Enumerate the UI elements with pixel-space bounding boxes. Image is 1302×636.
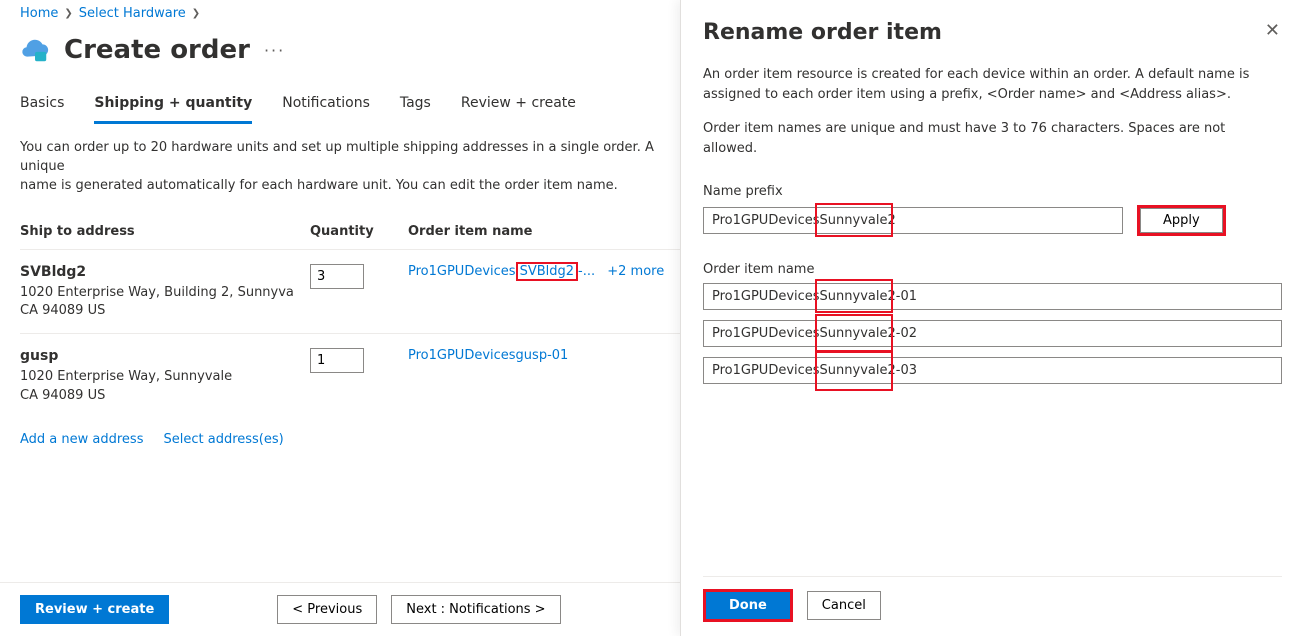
more-items-link[interactable]: +2 more [607, 264, 664, 279]
address-lines: 1020 Enterprise Way, Sunnyvale CA 94089 … [20, 368, 310, 406]
chevron-right-icon: ❯ [192, 8, 200, 19]
table-row: gusp 1020 Enterprise Way, Sunnyvale CA 9… [20, 333, 680, 418]
tab-tags[interactable]: Tags [400, 91, 431, 121]
order-item-name-label: Order item name [703, 262, 1282, 277]
chevron-right-icon: ❯ [64, 8, 72, 19]
address-actions: Add a new address Select address(es) [20, 418, 680, 461]
order-item-name-link[interactable]: Pro1GPUDevicesgusp-01 [408, 348, 568, 363]
panel-title: Rename order item [703, 20, 942, 45]
highlight-box: SVBldg2 [516, 262, 578, 281]
page-header: Create order ··· [20, 35, 680, 65]
name-prefix-input[interactable] [703, 207, 1123, 234]
order-item-input-wrap [703, 283, 1282, 310]
name-prefix-input-wrap [703, 207, 1123, 234]
order-item-input-wrap [703, 357, 1282, 384]
highlight-box: Done [703, 589, 793, 622]
azure-edge-hardware-icon [20, 35, 50, 65]
order-item-tail: -... [578, 264, 595, 279]
address-alias: SVBldg2 [20, 264, 310, 280]
breadcrumb-home[interactable]: Home [20, 6, 58, 21]
quantity-input[interactable] [310, 348, 364, 373]
wizard-tabs: Basics Shipping + quantity Notifications… [20, 91, 680, 121]
breadcrumb-select-hardware[interactable]: Select Hardware [79, 6, 186, 21]
rename-order-item-panel: Rename order item ✕ An order item resour… [680, 0, 1302, 636]
description-line-1: You can order up to 20 hardware units an… [20, 140, 654, 174]
column-quantity: Quantity [310, 224, 408, 239]
address-line-2: CA 94089 US [20, 302, 310, 321]
section-description: You can order up to 20 hardware units an… [20, 139, 680, 196]
tab-basics[interactable]: Basics [20, 91, 64, 121]
order-item-name-link[interactable]: Pro1GPUDevicesSVBldg2-... [408, 262, 599, 281]
order-item-name-input[interactable] [703, 357, 1282, 384]
description-line-2: name is generated automatically for each… [20, 177, 680, 196]
cancel-button[interactable]: Cancel [807, 591, 881, 620]
table-row: SVBldg2 1020 Enterprise Way, Building 2,… [20, 249, 680, 334]
create-order-pane: Home ❯ Select Hardware ❯ Create order ··… [0, 0, 680, 636]
next-button[interactable]: Next : Notifications > [391, 595, 560, 624]
panel-description: An order item resource is created for ea… [703, 65, 1282, 174]
name-prefix-row: Apply [703, 205, 1282, 236]
review-create-button[interactable]: Review + create [20, 595, 169, 624]
previous-button[interactable]: < Previous [277, 595, 377, 624]
shipping-table: Ship to address Quantity Order item name… [20, 224, 680, 461]
order-item-name-input[interactable] [703, 283, 1282, 310]
order-item-input-wrap [703, 320, 1282, 347]
order-item-name-input[interactable] [703, 320, 1282, 347]
address-line-1: 1020 Enterprise Way, Building 2, Sunnyva [20, 284, 310, 303]
tab-review-create[interactable]: Review + create [461, 91, 576, 121]
table-header: Ship to address Quantity Order item name [20, 224, 680, 249]
panel-footer: Done Cancel [703, 576, 1282, 636]
address-lines: 1020 Enterprise Way, Building 2, Sunnyva… [20, 284, 310, 322]
select-addresses-link[interactable]: Select address(es) [163, 432, 283, 447]
wizard-footer: Review + create < Previous Next : Notifi… [0, 582, 680, 636]
address-line-1: 1020 Enterprise Way, Sunnyvale [20, 368, 310, 387]
panel-header: Rename order item ✕ [703, 20, 1282, 45]
order-item-prefix: Pro1GPUDevices [408, 264, 516, 279]
close-icon[interactable]: ✕ [1263, 20, 1282, 42]
page-title: Create order [64, 35, 250, 65]
more-actions-icon[interactable]: ··· [264, 41, 285, 60]
column-order-item-name: Order item name [408, 224, 680, 239]
quantity-input[interactable] [310, 264, 364, 289]
address-alias: gusp [20, 348, 310, 364]
panel-description-1: An order item resource is created for ea… [703, 65, 1282, 105]
name-prefix-label: Name prefix [703, 184, 1282, 199]
add-address-link[interactable]: Add a new address [20, 432, 143, 447]
apply-button[interactable]: Apply [1140, 208, 1223, 233]
tab-shipping-quantity[interactable]: Shipping + quantity [94, 91, 252, 124]
highlight-box: Apply [1137, 205, 1226, 236]
breadcrumb: Home ❯ Select Hardware ❯ [20, 0, 680, 21]
column-ship-to-address: Ship to address [20, 224, 310, 239]
done-button[interactable]: Done [706, 592, 790, 619]
panel-description-2: Order item names are unique and must hav… [703, 119, 1282, 159]
address-line-2: CA 94089 US [20, 387, 310, 406]
tab-notifications[interactable]: Notifications [282, 91, 370, 121]
